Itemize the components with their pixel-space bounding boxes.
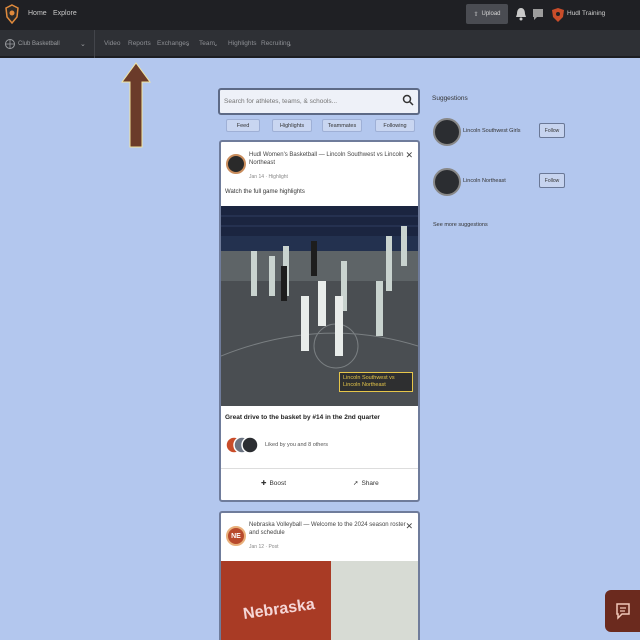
image-text: Nebraska — [242, 596, 316, 623]
see-more-suggestions-link[interactable]: See more suggestions — [433, 222, 488, 228]
team-selector-label: Club Basketball — [18, 41, 60, 47]
upload-button[interactable]: ⇧ Upload — [466, 4, 508, 24]
filter-chip-highlights[interactable]: Highlights — [272, 119, 312, 132]
reaction-count[interactable]: Liked by you and 8 others — [265, 442, 328, 448]
suggestion-name[interactable]: Lincoln Southwest Girls — [463, 128, 520, 134]
team-selector[interactable]: Club Basketball ⌄ — [0, 30, 95, 58]
close-icon[interactable]: ✕ — [405, 521, 413, 532]
post-caption: Watch the full game highlights — [225, 189, 305, 195]
sub-navigation: Club Basketball ⌄ Video Reports Exchange… — [0, 30, 640, 58]
suggestions-title: Suggestions — [432, 95, 468, 102]
subnav-recruiting[interactable]: Recruiting — [261, 40, 290, 47]
top-navigation: Home Explore ⇧ Upload Hudl Training — [0, 0, 640, 30]
post-meta: Jan 14 · Highlight — [249, 174, 288, 180]
filter-chip-teammates[interactable]: Teammates — [322, 119, 362, 132]
boost-label: Boost — [269, 479, 287, 487]
avatar[interactable] — [433, 118, 461, 146]
chat-icon[interactable] — [532, 7, 544, 21]
upload-label: Upload — [481, 11, 501, 17]
reaction-avatars[interactable] — [225, 434, 259, 456]
team-shield-icon[interactable] — [552, 8, 564, 22]
feedback-chat-button[interactable] — [605, 590, 640, 632]
avatar[interactable] — [226, 154, 246, 174]
bell-icon[interactable] — [515, 7, 527, 21]
message-icon — [615, 603, 630, 620]
share-label: Share — [361, 479, 379, 487]
subnav-recruiting-chevron-icon[interactable]: ⌄ — [287, 40, 292, 48]
share-button[interactable]: ➚ Share — [353, 479, 379, 488]
team-name[interactable]: Hudl Training — [567, 10, 605, 17]
avatar[interactable] — [433, 168, 461, 196]
subnav-video[interactable]: Video — [104, 40, 121, 47]
post-headline[interactable]: Nebraska Volleyball — Welcome to the 202… — [249, 522, 414, 537]
video-caption-tag: Lincoln Southwest vs Lincoln Northeast — [339, 372, 413, 392]
annotation-up-arrow-icon — [121, 62, 151, 148]
subnav-highlights[interactable]: Highlights — [228, 40, 257, 47]
filter-chip-following[interactable]: Following — [375, 119, 415, 132]
feed-filters: Feed Highlights Teammates Following — [220, 119, 420, 133]
feed-post: NE Nebraska Volleyball — Welcome to the … — [219, 511, 420, 640]
avatar[interactable]: NE — [226, 526, 246, 546]
suggestion-item: Lincoln Southwest Girls Follow — [433, 118, 573, 148]
subnav-reports[interactable]: Reports — [128, 40, 151, 47]
post-title[interactable]: Great drive to the basket by #14 in the … — [225, 414, 415, 421]
follow-button[interactable]: Follow — [539, 173, 565, 188]
suggestion-name[interactable]: Lincoln Northeast — [463, 178, 506, 184]
follow-button[interactable]: Follow — [539, 123, 565, 138]
chevron-down-icon: ⌄ — [80, 41, 86, 48]
hudl-logo-icon[interactable] — [5, 4, 19, 24]
nav-explore-link[interactable]: Explore — [53, 10, 77, 17]
filter-chip-feed[interactable]: Feed — [226, 119, 260, 132]
share-icon: ➚ — [353, 480, 359, 487]
close-icon[interactable]: ✕ — [405, 150, 413, 161]
image-photo-panel — [331, 561, 418, 640]
subnav-team-chevron-icon[interactable]: ⌄ — [213, 40, 218, 48]
suggestion-item: Lincoln Northeast Follow — [433, 168, 573, 198]
feed-post: Hudl Women's Basketball — Lincoln Southw… — [219, 140, 420, 502]
nav-home-link[interactable]: Home — [28, 10, 47, 17]
search-icon[interactable] — [402, 94, 414, 106]
subnav-exchanges-chevron-icon[interactable]: ⌄ — [185, 40, 190, 48]
post-headline[interactable]: Hudl Women's Basketball — Lincoln Southw… — [249, 152, 414, 167]
basketball-icon — [5, 39, 15, 49]
upload-icon: ⇧ — [473, 11, 479, 18]
boost-button[interactable]: ✚ Boost — [261, 479, 287, 488]
video-player[interactable]: Lincoln Southwest vs Lincoln Northeast — [221, 206, 418, 406]
search-input[interactable] — [224, 93, 400, 110]
search-box[interactable] — [218, 88, 420, 115]
post-actions: ✚ Boost ➚ Share — [221, 468, 418, 500]
post-meta: Jan 12 · Post — [249, 544, 279, 550]
post-image[interactable]: Nebraska — [221, 561, 418, 640]
plus-icon: ✚ — [261, 480, 267, 487]
